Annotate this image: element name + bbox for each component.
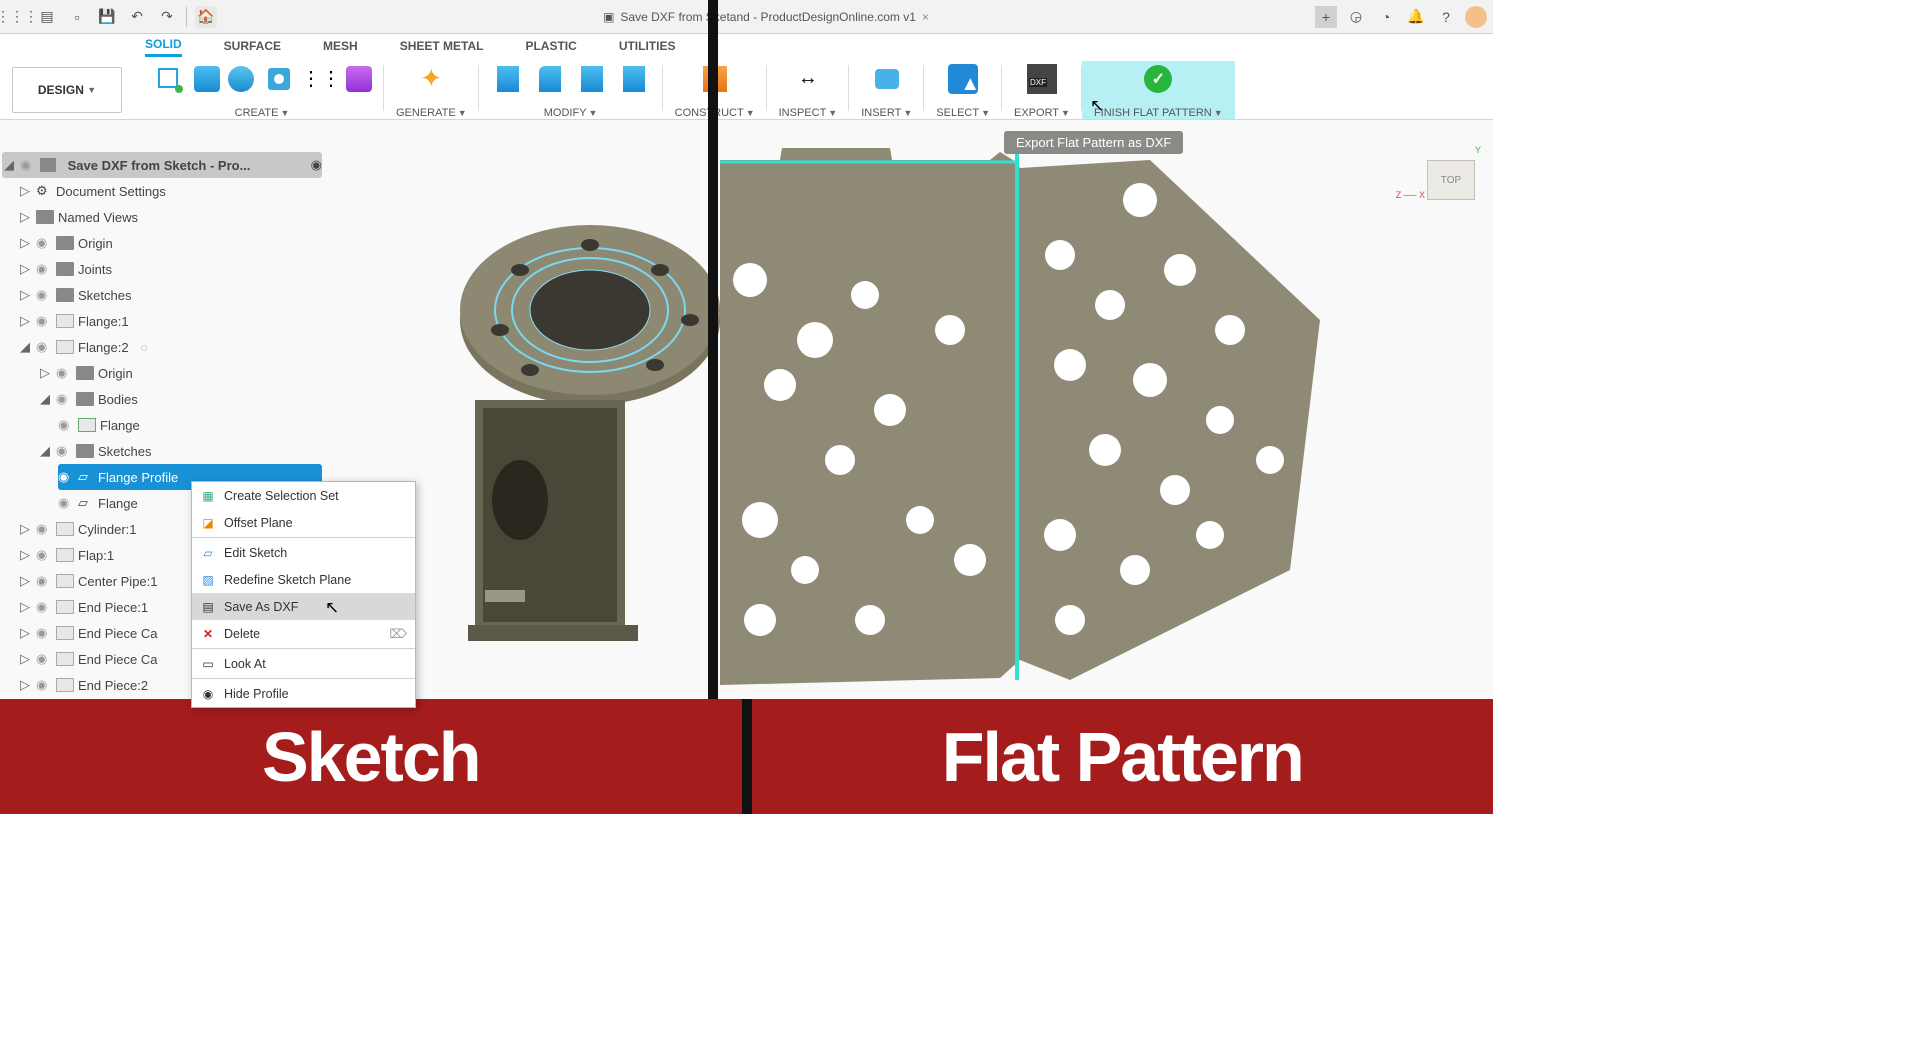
caption-bar: Sketch Flat Pattern <box>0 699 1493 814</box>
finish-flat-pattern-label: FINISH FLAT PATTERN▼ <box>1094 107 1223 119</box>
browser-doc-settings[interactable]: ▷⚙Document Settings <box>18 178 322 204</box>
file-icon[interactable]: ▤ <box>36 6 58 28</box>
undo-icon[interactable]: ↶ <box>126 6 148 28</box>
help-icon[interactable]: ? <box>1435 6 1457 28</box>
browser-sketches[interactable]: ▷◉Sketches <box>18 282 322 308</box>
extensions-icon[interactable]: ◶ <box>1345 6 1367 28</box>
ctx-delete[interactable]: ✕Delete⌦ <box>192 620 415 647</box>
tab-plastic[interactable]: PLASTIC <box>525 39 576 56</box>
export-label: EXPORT▼ <box>1014 107 1070 119</box>
axis-y-label: Y <box>1475 145 1481 155</box>
flat-pattern-view <box>720 140 1320 685</box>
browser-named-views[interactable]: ▷Named Views <box>18 204 322 230</box>
ctx-save-as-dxf[interactable]: ▤Save As DXF <box>192 593 415 620</box>
mouse-cursor: ↖ <box>325 598 339 618</box>
shell-icon[interactable] <box>575 62 609 96</box>
ctx-look-at[interactable]: ▭Look At <box>192 650 415 677</box>
browser-flange1[interactable]: ▷◉Flange:1 <box>18 308 322 334</box>
generate-icon[interactable]: ✦ <box>414 62 448 96</box>
caption-sketch: Sketch <box>0 699 742 814</box>
box-icon[interactable] <box>194 66 220 92</box>
redo-icon[interactable]: ↷ <box>156 6 178 28</box>
flange-3d-model <box>400 190 730 670</box>
browser-flange-body[interactable]: ◉Flange <box>58 412 322 438</box>
tab-sheet-metal[interactable]: SHEET METAL <box>400 39 484 56</box>
split-divider <box>708 0 718 814</box>
ribbon-toolbar: DESIGN ▼ ⋮⋮ CREATE▼ ✦ GENERATE▼ MODIFY▼ … <box>0 60 1493 120</box>
cylinder-icon[interactable] <box>228 66 254 92</box>
derive-icon[interactable] <box>346 66 372 92</box>
jobs-icon[interactable]: ◔ <box>1375 6 1397 28</box>
insert-icon[interactable] <box>875 69 899 89</box>
browser-origin[interactable]: ▷◉Origin <box>18 230 322 256</box>
finish-check-icon[interactable]: ✓ <box>1144 65 1172 93</box>
quick-access-toolbar: ⋮⋮⋮ ▤ ▫ 💾 ↶ ↷ 🏠 ▣Save DXF from Sketand -… <box>0 0 1493 34</box>
ctx-redefine-sketch-plane[interactable]: ▨Redefine Sketch Plane <box>192 566 415 593</box>
insert-label: INSERT▼ <box>861 107 912 119</box>
browser-joints[interactable]: ▷◉Joints <box>18 256 322 282</box>
sketch-icon[interactable] <box>152 62 186 96</box>
tab-utilities[interactable]: UTILITIES <box>619 39 676 56</box>
create-label: CREATE▼ <box>235 107 290 119</box>
press-pull-icon[interactable] <box>491 62 525 96</box>
inspect-icon[interactable]: ↔ <box>791 62 825 96</box>
new-tab-icon[interactable]: + <box>1315 6 1337 28</box>
context-menu: ▦Create Selection Set ◪Offset Plane ▱Edi… <box>191 481 416 708</box>
caption-flat-pattern: Flat Pattern <box>742 699 1494 814</box>
save-icon[interactable]: 💾 <box>96 6 118 28</box>
tab-solid[interactable]: SOLID <box>145 37 182 57</box>
tab-mesh[interactable]: MESH <box>323 39 358 56</box>
browser-root[interactable]: ◢◉ Save DXF from Sketch - Pro...◉ <box>2 152 322 178</box>
ctx-create-selection-set[interactable]: ▦Create Selection Set <box>192 482 415 509</box>
ctx-edit-sketch[interactable]: ▱Edit Sketch <box>192 539 415 566</box>
axis-x-label: Z ── X <box>1396 190 1425 200</box>
home-icon[interactable]: 🏠 <box>195 6 217 28</box>
combine-icon[interactable] <box>617 62 651 96</box>
pattern-icon[interactable]: ⋮⋮ <box>304 62 338 96</box>
browser-origin2[interactable]: ▷◉Origin <box>38 360 322 386</box>
view-cube[interactable]: TOP <box>1427 160 1475 200</box>
export-dxf-icon[interactable] <box>1025 62 1059 96</box>
select-label: SELECT▼ <box>936 107 990 119</box>
export-tooltip: Export Flat Pattern as DXF <box>1004 131 1183 154</box>
hole-icon[interactable] <box>262 62 296 96</box>
document-tab[interactable]: ▣Save DXF from Sketand - ProductDesignOn… <box>225 10 1307 24</box>
generate-label: GENERATE▼ <box>396 107 467 119</box>
select-icon[interactable]: ▲ <box>948 64 978 94</box>
new-icon[interactable]: ▫ <box>66 6 88 28</box>
apps-icon[interactable]: ⋮⋮⋮ <box>6 6 28 28</box>
browser-sketches2[interactable]: ◢◉Sketches <box>38 438 322 464</box>
user-avatar[interactable] <box>1465 6 1487 28</box>
mouse-cursor-right: ↖ <box>1090 96 1104 116</box>
modify-label: MODIFY▼ <box>544 107 598 119</box>
browser-flange2[interactable]: ◢◉Flange:2 ○ <box>18 334 322 360</box>
fillet-icon[interactable] <box>533 62 567 96</box>
workspace-tabs: SOLID SURFACE MESH SHEET METAL PLASTIC U… <box>0 34 1493 60</box>
browser-bodies[interactable]: ◢◉Bodies <box>38 386 322 412</box>
close-tab-icon[interactable]: × <box>922 10 929 24</box>
design-dropdown[interactable]: DESIGN ▼ <box>12 67 122 113</box>
tab-surface[interactable]: SURFACE <box>224 39 281 56</box>
ctx-offset-plane[interactable]: ◪Offset Plane <box>192 509 415 536</box>
inspect-label: INSPECT▼ <box>779 107 838 119</box>
ctx-hide-profile[interactable]: ◉Hide Profile <box>192 680 415 707</box>
notifications-icon[interactable]: 🔔 <box>1405 6 1427 28</box>
